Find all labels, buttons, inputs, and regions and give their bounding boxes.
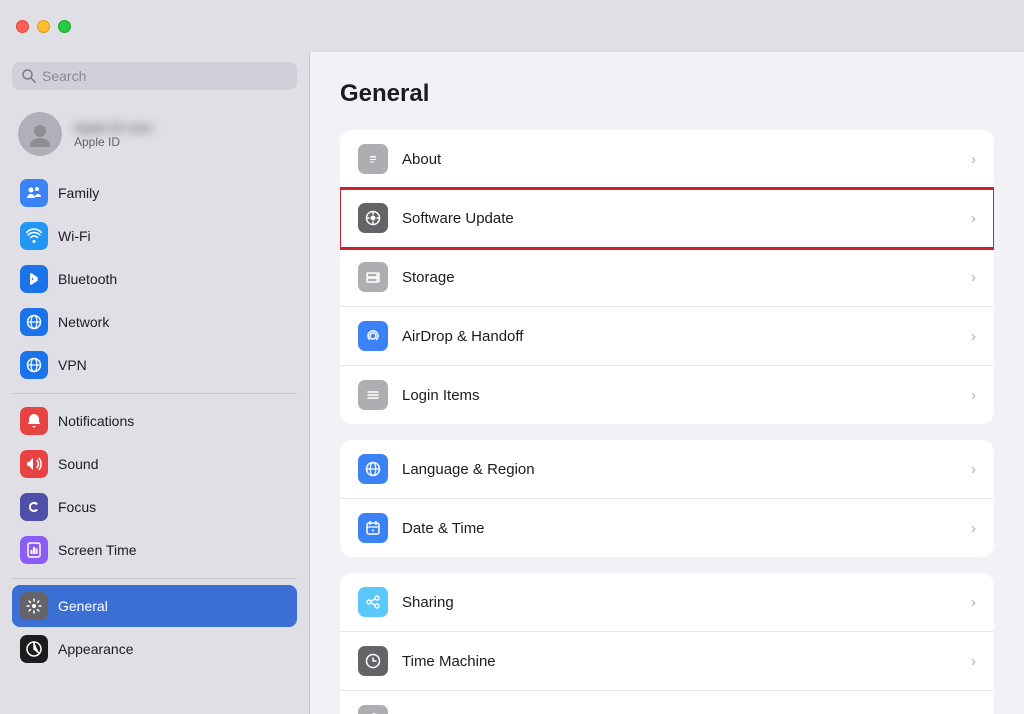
family-icon — [20, 179, 48, 207]
sound-icon — [20, 450, 48, 478]
apple-id-label: Apple ID — [74, 135, 153, 149]
sidebar-item-label-focus: Focus — [58, 499, 96, 515]
datetime-label: Date & Time — [402, 520, 971, 537]
apple-id-name: Apple ID user — [74, 120, 153, 135]
sidebar-section-1: Notifications Sound Fo — [12, 400, 297, 572]
storage-label: Storage — [402, 269, 971, 286]
sidebar-item-sound[interactable]: Sound — [12, 443, 297, 485]
sidebar-item-bluetooth[interactable]: Bluetooth — [12, 258, 297, 300]
language-icon — [358, 454, 388, 484]
sidebar-item-screentime[interactable]: Screen Time — [12, 529, 297, 571]
language-label: Language & Region — [402, 461, 971, 478]
sidebar-item-label-general: General — [58, 598, 108, 614]
about-label: About — [402, 151, 971, 168]
settings-row-login[interactable]: Login Items › — [340, 366, 994, 424]
title-bar — [0, 0, 1024, 52]
settings-section-0: About › Software Update › — [340, 130, 994, 424]
sidebar-item-vpn[interactable]: VPN — [12, 344, 297, 386]
sidebar-item-label-vpn: VPN — [58, 357, 87, 373]
about-icon — [358, 144, 388, 174]
software-update-chevron: › — [971, 210, 976, 227]
login-icon — [358, 380, 388, 410]
wifi-icon — [20, 222, 48, 250]
sidebar-item-general[interactable]: General — [12, 585, 297, 627]
settings-row-datetime[interactable]: Date & Time › — [340, 499, 994, 557]
maximize-button[interactable] — [58, 20, 71, 33]
close-button[interactable] — [16, 20, 29, 33]
minimize-button[interactable] — [37, 20, 50, 33]
sidebar-item-label-appearance: Appearance — [58, 641, 134, 657]
settings-row-software-update[interactable]: Software Update › — [340, 189, 994, 248]
avatar — [18, 112, 62, 156]
sidebar-item-notifications[interactable]: Notifications — [12, 400, 297, 442]
airdrop-label: AirDrop & Handoff — [402, 328, 971, 345]
datetime-icon — [358, 513, 388, 543]
main-layout: Apple ID user Apple ID Family — [0, 52, 1024, 714]
sidebar-divider-2 — [12, 578, 297, 579]
timemachine-label: Time Machine — [402, 653, 971, 670]
appearance-icon — [20, 635, 48, 663]
settings-section-2: Sharing › Time Machine › — [340, 573, 994, 714]
settings-row-sharing[interactable]: Sharing › — [340, 573, 994, 632]
notifications-icon — [20, 407, 48, 435]
sidebar-item-label-wifi: Wi-Fi — [58, 228, 91, 244]
apple-id-section[interactable]: Apple ID user Apple ID — [12, 104, 297, 164]
sidebar: Apple ID user Apple ID Family — [0, 52, 310, 714]
general-icon — [20, 592, 48, 620]
software-update-icon — [358, 203, 388, 233]
vpn-icon — [20, 351, 48, 379]
sidebar-section-2: General Appearance — [12, 585, 297, 671]
airdrop-chevron: › — [971, 328, 976, 345]
sidebar-item-label-network: Network — [58, 314, 109, 330]
settings-section-1: Language & Region › Date & Time › — [340, 440, 994, 557]
timemachine-chevron: › — [971, 653, 976, 670]
about-chevron: › — [971, 151, 976, 168]
sidebar-item-wifi[interactable]: Wi-Fi — [12, 215, 297, 257]
search-bar[interactable] — [12, 62, 297, 90]
software-update-label: Software Update — [402, 210, 971, 227]
sidebar-item-appearance[interactable]: Appearance — [12, 628, 297, 670]
sidebar-item-label-family: Family — [58, 185, 99, 201]
settings-row-language[interactable]: Language & Region › — [340, 440, 994, 499]
airdrop-icon — [358, 321, 388, 351]
sharing-chevron: › — [971, 594, 976, 611]
datetime-chevron: › — [971, 520, 976, 537]
sidebar-divider-1 — [12, 393, 297, 394]
transfer-icon — [358, 705, 388, 714]
sidebar-item-label-notifications: Notifications — [58, 413, 134, 429]
settings-row-timemachine[interactable]: Time Machine › — [340, 632, 994, 691]
storage-icon — [358, 262, 388, 292]
network-icon — [20, 308, 48, 336]
sidebar-item-label-screentime: Screen Time — [58, 542, 137, 558]
focus-icon — [20, 493, 48, 521]
settings-row-airdrop[interactable]: AirDrop & Handoff › — [340, 307, 994, 366]
sidebar-section-0: Family Wi-Fi — [12, 172, 297, 387]
sidebar-item-label-bluetooth: Bluetooth — [58, 271, 117, 287]
page-title: General — [340, 80, 994, 108]
language-chevron: › — [971, 461, 976, 478]
apple-id-info: Apple ID user Apple ID — [74, 120, 153, 149]
login-chevron: › — [971, 387, 976, 404]
timemachine-icon — [358, 646, 388, 676]
storage-chevron: › — [971, 269, 976, 286]
bluetooth-icon — [20, 265, 48, 293]
sharing-icon — [358, 587, 388, 617]
screentime-icon — [20, 536, 48, 564]
search-input[interactable] — [42, 68, 287, 84]
search-icon — [22, 69, 36, 83]
sidebar-item-family[interactable]: Family — [12, 172, 297, 214]
sharing-label: Sharing — [402, 594, 971, 611]
sidebar-item-focus[interactable]: Focus — [12, 486, 297, 528]
content-area: General About › — [310, 52, 1024, 714]
settings-row-about[interactable]: About › — [340, 130, 994, 189]
settings-row-transfer[interactable]: Transfer or Reset › — [340, 691, 994, 714]
sidebar-item-network[interactable]: Network — [12, 301, 297, 343]
sidebar-item-label-sound: Sound — [58, 456, 98, 472]
settings-row-storage[interactable]: Storage › — [340, 248, 994, 307]
login-label: Login Items — [402, 387, 971, 404]
